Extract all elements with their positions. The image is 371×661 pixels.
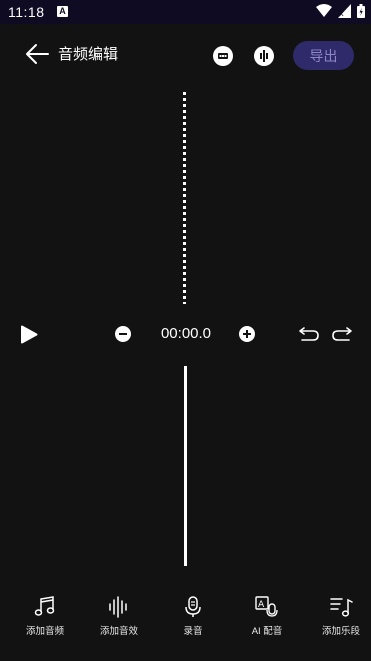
- notification-icon: A: [57, 6, 68, 17]
- back-arrow-icon[interactable]: [24, 42, 50, 66]
- music-list-icon: [330, 598, 353, 617]
- tool-label: 添加乐段: [321, 626, 360, 637]
- tool-label: 添加音频: [25, 626, 64, 637]
- plus-icon: [243, 330, 251, 338]
- tool-label: 添加音效: [99, 626, 138, 637]
- app-bar: 音频编辑 导出: [0, 24, 371, 84]
- zoom-in-button[interactable]: [239, 326, 255, 342]
- export-button[interactable]: 导出: [293, 41, 354, 70]
- music-note-icon: [34, 596, 55, 616]
- record-button[interactable]: 录音: [156, 588, 230, 637]
- minus-icon: [119, 333, 127, 335]
- status-icons: x: [316, 4, 365, 18]
- transport-controls: 00:00.0: [0, 316, 371, 352]
- time-display: 00:00.0: [160, 325, 212, 342]
- status-time: 11:18: [8, 4, 45, 20]
- tool-label: AI 配音: [251, 626, 283, 637]
- add-sound-effect-button[interactable]: 添加音效: [82, 588, 156, 637]
- ai-voice-icon: A: [255, 596, 278, 617]
- waveform-icon: [109, 596, 127, 618]
- playhead-dotted-line: [183, 92, 186, 304]
- add-audio-button[interactable]: 添加音频: [8, 588, 82, 637]
- undo-icon[interactable]: [298, 326, 320, 342]
- add-music-segment-button[interactable]: 添加乐段: [304, 588, 371, 637]
- svg-text:x: x: [339, 9, 344, 18]
- ai-voice-button[interactable]: A AI 配音: [230, 588, 304, 637]
- bottom-toolbar: 添加音频 添加音效 录音 A AI 配音 添加乐段: [0, 588, 371, 661]
- wifi-icon: [316, 4, 332, 17]
- playhead-line: [184, 366, 187, 566]
- status-bar: 11:18 A x: [0, 0, 371, 24]
- audio-wave-icon[interactable]: [254, 46, 274, 66]
- tool-label: 录音: [183, 626, 203, 637]
- signal-icon: x: [338, 4, 351, 18]
- battery-icon: [357, 4, 365, 18]
- page-title: 音频编辑: [58, 46, 119, 63]
- svg-text:A: A: [258, 600, 265, 610]
- microphone-icon: [185, 596, 201, 617]
- redo-icon[interactable]: [331, 326, 353, 342]
- zoom-out-button[interactable]: [115, 326, 131, 342]
- play-icon[interactable]: [20, 325, 38, 344]
- subtitle-icon[interactable]: [213, 46, 233, 66]
